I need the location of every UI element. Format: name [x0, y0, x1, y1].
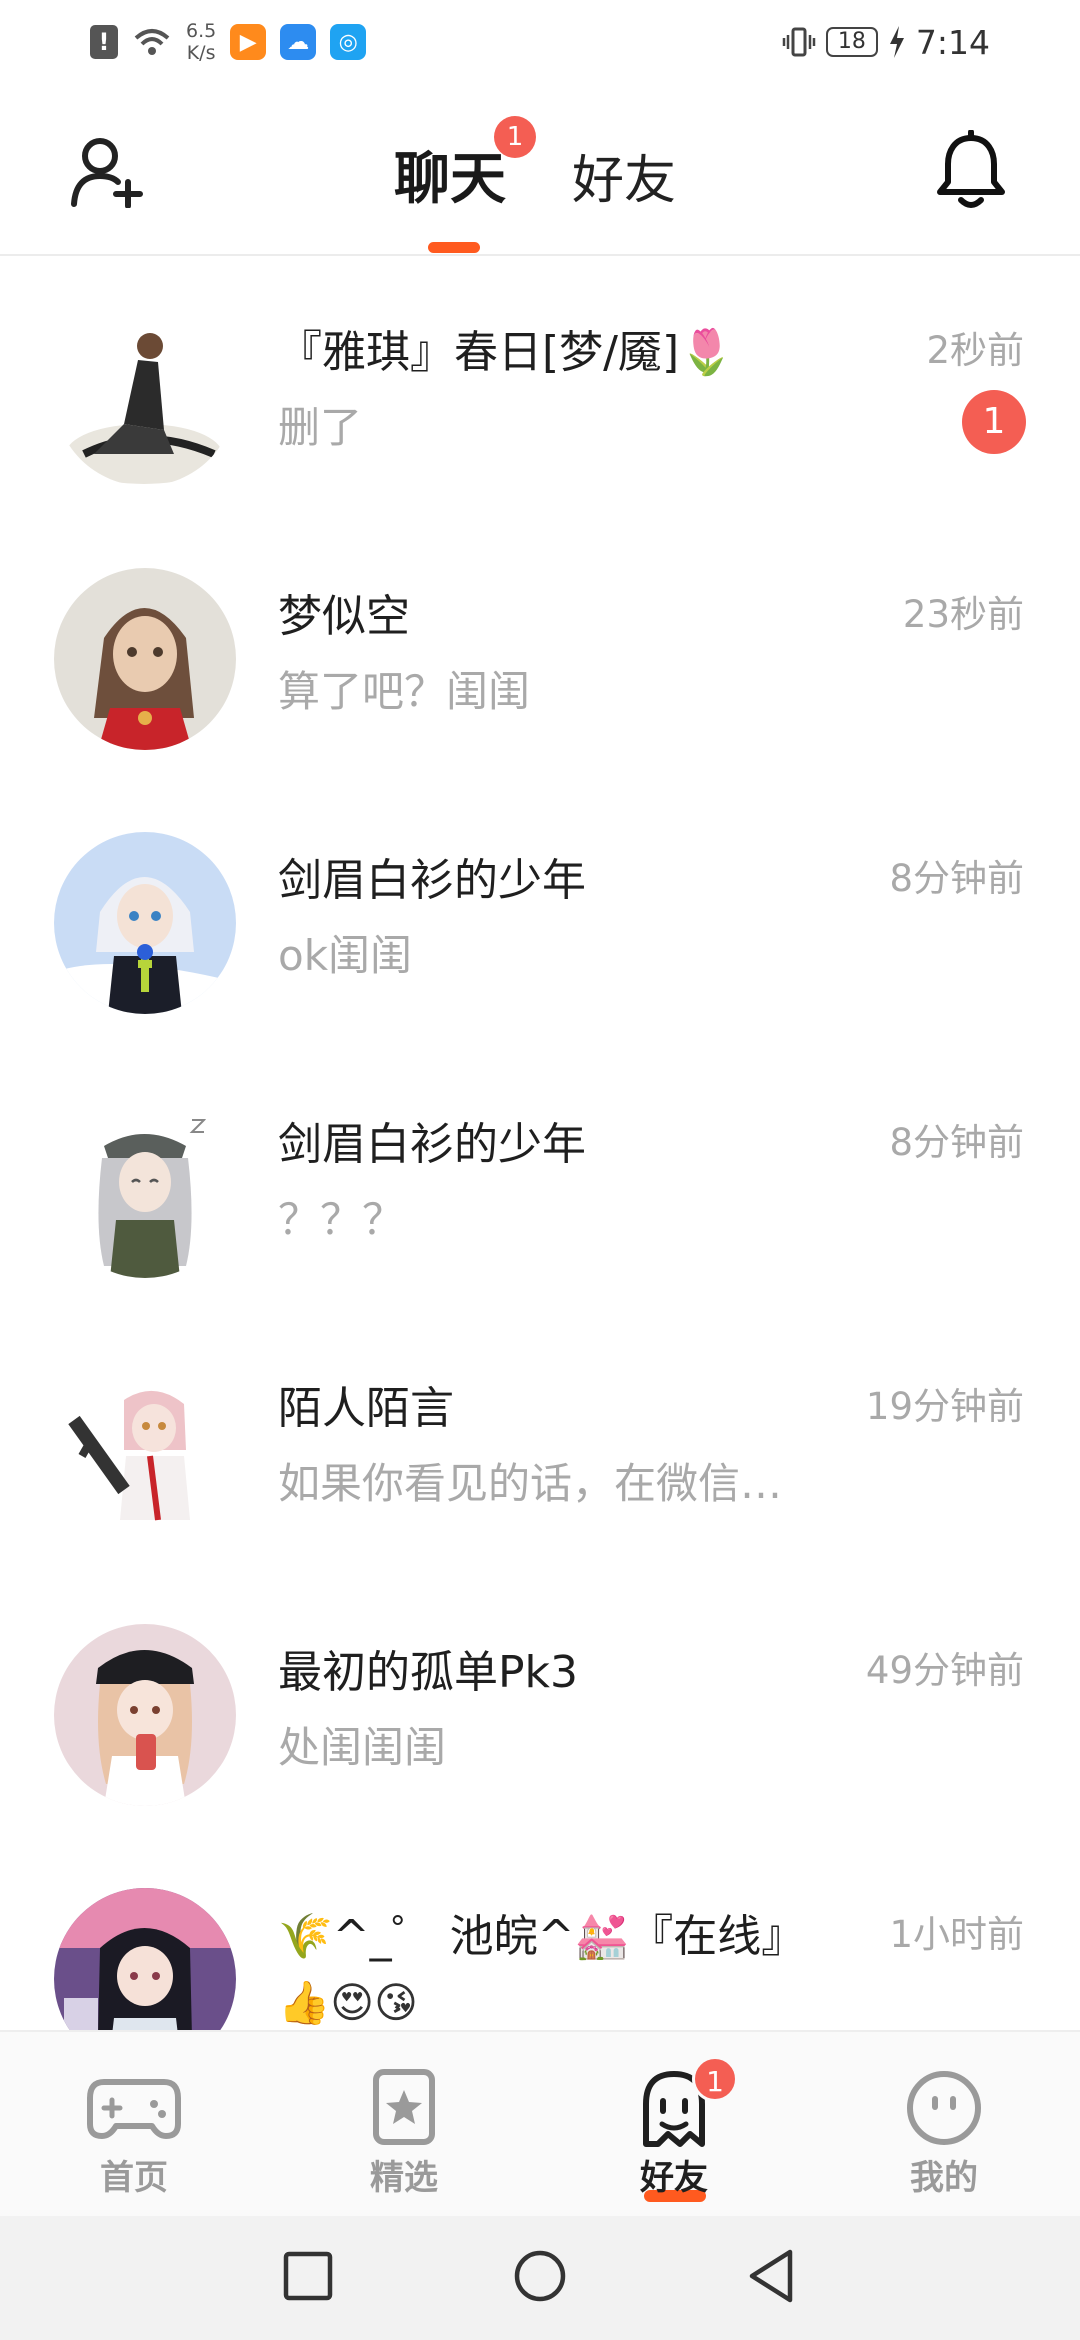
network-speed-value: 6.5	[186, 20, 217, 42]
chat-name: 『雅琪』春日[梦/魇]🌷	[278, 327, 734, 378]
chat-list-item[interactable]: 陌人陌言 如果你看见的话，在微信… 19分钟前	[0, 1314, 1080, 1578]
charging-icon	[889, 26, 904, 58]
header-tabs: 聊天 1 好友	[0, 84, 1080, 256]
chat-last-message: 删了	[278, 403, 363, 452]
avatar[interactable]	[54, 832, 236, 1014]
nav-label-me: 我的	[910, 2158, 978, 2198]
avatar[interactable]	[54, 568, 236, 750]
weather-app-icon: ☁	[280, 24, 317, 60]
chat-list-item[interactable]: 剑眉白衫的少年 ok闺闺 8分钟前	[0, 786, 1080, 1050]
alert-icon: !	[90, 25, 118, 59]
avatar[interactable]	[54, 1624, 236, 1806]
avatar[interactable]	[54, 1096, 236, 1278]
recent-apps-icon[interactable]	[276, 2244, 340, 2308]
nav-item-featured[interactable]: 精选	[304, 2032, 504, 2218]
avatar[interactable]	[54, 304, 236, 486]
bell-icon[interactable]	[932, 130, 1010, 210]
video-app-icon: ▶	[230, 24, 267, 60]
chat-name: 最初的孤单Pk3	[278, 1647, 579, 1698]
battery-indicator: 18	[825, 27, 878, 57]
chat-name: 剑眉白衫的少年	[278, 855, 586, 906]
chat-time: 8分钟前	[889, 1121, 1024, 1164]
chat-time: 19分钟前	[865, 1385, 1024, 1428]
unread-badge: 1	[962, 390, 1026, 454]
active-tab-indicator	[428, 242, 480, 253]
chat-time: 8分钟前	[889, 857, 1024, 900]
chat-last-message: 算了吧？闺闺	[278, 667, 531, 716]
gamepad-icon	[87, 2079, 181, 2139]
nav-label-friends: 好友	[640, 2158, 708, 2198]
chat-list-item[interactable]: 最初的孤单Pk3 处闺闺闺 49分钟前	[0, 1578, 1080, 1842]
home-circle-icon[interactable]	[508, 2244, 572, 2308]
chat-time: 49分钟前	[865, 1649, 1024, 1692]
chat-last-message: ok闺闺	[278, 931, 413, 980]
avatar[interactable]	[54, 1360, 236, 1542]
nav-item-home[interactable]: 首页	[34, 2032, 234, 2218]
chat-last-message: 处闺闺闺	[278, 1723, 447, 1772]
network-speed-unit: K/s	[186, 42, 216, 64]
wifi-icon	[134, 29, 170, 55]
system-nav-bar	[0, 2216, 1080, 2340]
chat-name: 陌人陌言	[278, 1383, 454, 1434]
chat-name: 剑眉白衫的少年	[278, 1119, 586, 1170]
vibrate-icon	[782, 27, 816, 57]
chat-list-item[interactable]: 🌾^_゜ 池皖^💒『在线』 👍😍😘 1小时前	[0, 1842, 1080, 2030]
tab-friends[interactable]: 好友	[572, 138, 676, 213]
smiley-icon	[907, 2071, 981, 2145]
clock: 7:14	[915, 22, 990, 62]
star-bookmark-icon	[373, 2069, 435, 2145]
network-speed: 6.5 K/s	[186, 20, 216, 64]
back-triangle-icon[interactable]	[740, 2244, 804, 2308]
top-header: 聊天 1 好友	[0, 84, 1080, 256]
chat-name: 梦似空	[278, 591, 410, 642]
chat-list[interactable]: 『雅琪』春日[梦/魇]🌷 删了 2秒前 1 梦似空 算了吧？闺闺 23秒前 剑眉…	[0, 258, 1080, 2030]
chat-list-item[interactable]: 『雅琪』春日[梦/魇]🌷 删了 2秒前 1	[0, 258, 1080, 522]
chat-time: 1小时前	[889, 1913, 1024, 1956]
chat-last-message: 👍😍😘	[278, 1978, 418, 2027]
chat-time: 23秒前	[902, 593, 1024, 636]
nav-item-me[interactable]: 我的	[844, 2032, 1044, 2218]
chat-list-item[interactable]: 剑眉白衫的少年 ？？？ 8分钟前	[0, 1050, 1080, 1314]
chat-name: 🌾^_゜ 池皖^💒『在线』	[278, 1911, 806, 1962]
tab-chat[interactable]: 聊天	[394, 134, 506, 215]
chat-list-item[interactable]: 梦似空 算了吧？闺闺 23秒前	[0, 522, 1080, 786]
nav-label-featured: 精选	[370, 2158, 438, 2198]
chat-last-message: ？？？	[278, 1195, 405, 1244]
nav-item-friends[interactable]: 1 好友	[574, 2032, 774, 2218]
nav-label-home: 首页	[100, 2158, 168, 2198]
chat-time: 2秒前	[926, 329, 1024, 372]
avatar[interactable]	[54, 1888, 236, 2030]
tab-chat-badge: 1	[494, 116, 536, 158]
chat-last-message: 如果你看见的话，在微信…	[278, 1459, 783, 1508]
bottom-nav: 首页 精选 1 好友 我的	[0, 2030, 1080, 2216]
browser-app-icon: ◎	[330, 24, 367, 60]
nav-friends-badge: 1	[692, 2056, 738, 2102]
status-bar: ! 6.5 K/s ▶ ☁ ◎ 18 7:14	[0, 0, 1080, 84]
